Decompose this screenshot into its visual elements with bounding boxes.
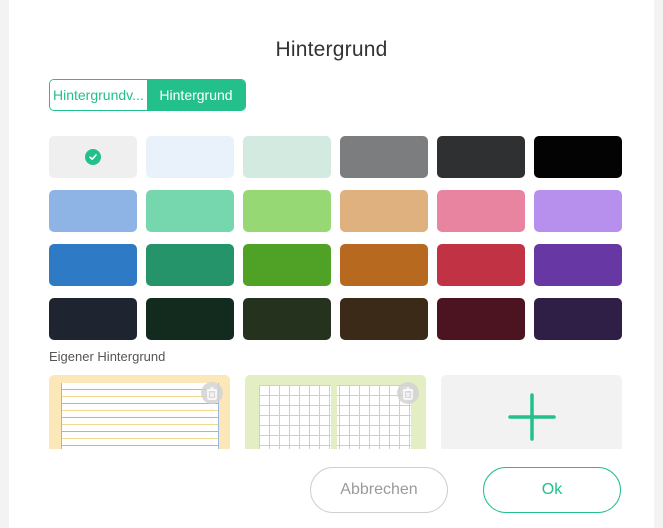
color-swatch[interactable]	[340, 298, 428, 340]
color-swatch[interactable]	[49, 244, 137, 286]
background-dialog: Hintergrund Hintergrundv... Hintergrund …	[0, 0, 663, 528]
color-swatch[interactable]	[437, 136, 525, 178]
left-edge-divider	[0, 0, 9, 528]
custom-background-list	[49, 375, 623, 449]
color-swatch[interactable]	[534, 190, 622, 232]
tab-background[interactable]: Hintergrund	[147, 80, 245, 110]
color-swatch[interactable]	[146, 298, 234, 340]
tab-background-template[interactable]: Hintergrundv...	[50, 80, 148, 110]
trash-icon[interactable]	[397, 382, 419, 404]
color-swatch[interactable]	[146, 136, 234, 178]
color-swatch[interactable]	[243, 298, 331, 340]
color-swatch[interactable]	[146, 244, 234, 286]
color-swatch[interactable]	[243, 136, 331, 178]
grid-paper-preview	[259, 385, 411, 449]
dialog-title: Hintergrund	[275, 38, 388, 61]
custom-background-grid[interactable]	[245, 375, 426, 449]
color-swatch[interactable]	[49, 136, 137, 178]
color-swatch[interactable]	[534, 244, 622, 286]
ok-button[interactable]: Ok	[483, 467, 621, 513]
color-swatch[interactable]	[437, 298, 525, 340]
custom-background-label: Eigener Hintergrund	[49, 349, 166, 364]
custom-background-lined[interactable]	[49, 375, 230, 449]
lined-paper-preview	[61, 383, 219, 449]
color-swatch[interactable]	[146, 190, 234, 232]
color-swatch[interactable]	[534, 298, 622, 340]
color-swatch[interactable]	[437, 190, 525, 232]
plus-icon	[507, 393, 556, 441]
color-swatch-grid	[49, 136, 622, 340]
color-swatch[interactable]	[340, 136, 428, 178]
right-edge-divider	[654, 0, 663, 528]
background-type-toggle: Hintergrundv... Hintergrund	[49, 79, 246, 111]
color-swatch[interactable]	[534, 136, 622, 178]
add-custom-background-button[interactable]	[441, 375, 622, 449]
grid-paper-gap	[331, 385, 337, 449]
color-swatch[interactable]	[340, 244, 428, 286]
color-swatch[interactable]	[49, 298, 137, 340]
color-swatch[interactable]	[49, 190, 137, 232]
color-swatch[interactable]	[243, 190, 331, 232]
color-swatch[interactable]	[437, 244, 525, 286]
color-swatch[interactable]	[243, 244, 331, 286]
trash-icon[interactable]	[201, 382, 223, 404]
checkmark-icon	[85, 149, 101, 165]
color-swatch[interactable]	[340, 190, 428, 232]
cancel-button[interactable]: Abbrechen	[310, 467, 448, 513]
